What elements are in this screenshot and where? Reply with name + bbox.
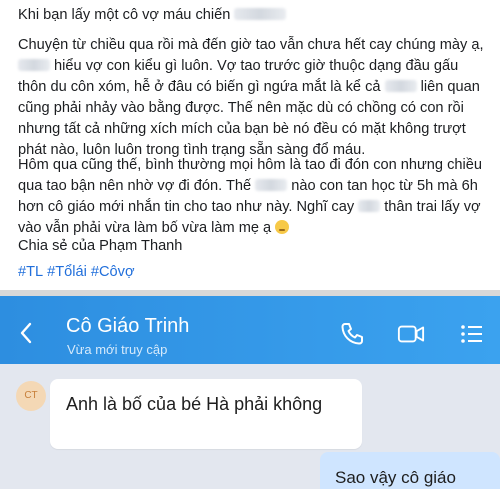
- contact-avatar[interactable]: CT: [16, 381, 46, 411]
- pensive-face-emoji-icon: [275, 220, 290, 234]
- facebook-post: Khi bạn lấy một cô vợ máu chiến Chuyện t…: [0, 0, 500, 290]
- outgoing-message-text: Sao vậy cô giáo: [335, 468, 456, 487]
- post-title: Khi bạn lấy một cô vợ máu chiến: [18, 5, 488, 26]
- chat-header: Cô Giáo Trinh Vừa mới truy cập: [0, 296, 500, 364]
- contact-status: Vừa mới truy cập: [67, 342, 168, 357]
- phone-icon[interactable]: [338, 321, 366, 347]
- post-hashtags: #TL #Tổlái #Côvợ: [18, 262, 488, 283]
- censored-word: [255, 179, 288, 191]
- back-arrow-icon[interactable]: [18, 321, 34, 345]
- hashtag-link[interactable]: #TL: [18, 264, 43, 280]
- incoming-message-bubble[interactable]: Anh là bố của bé Hà phải không: [50, 379, 362, 449]
- menu-list-icon[interactable]: [458, 321, 486, 347]
- censored-word: [384, 80, 417, 92]
- censored-word: [234, 8, 287, 20]
- paragraph-1-text-a: Chuyện từ chiều qua rồi mà đến giờ tao v…: [18, 37, 484, 53]
- post-paragraph-1: Chuyện từ chiều qua rồi mà đến giờ tao v…: [18, 35, 488, 161]
- contact-name[interactable]: Cô Giáo Trinh: [66, 314, 189, 338]
- post-paragraph-2: Hôm qua cũng thế, bình thường mọi hôm là…: [18, 155, 488, 239]
- incoming-message-text: Anh là bố của bé Hà phải không: [66, 394, 323, 414]
- outgoing-message-bubble[interactable]: Sao vậy cô giáo: [320, 452, 500, 489]
- hashtag-link[interactable]: #Côvợ: [91, 264, 135, 280]
- post-title-text: Khi bạn lấy một cô vợ máu chiến: [18, 7, 231, 23]
- hashtag-link[interactable]: #Tổlái: [47, 264, 87, 280]
- video-camera-icon[interactable]: [397, 321, 425, 347]
- chat-screenshot: Cô Giáo Trinh Vừa mới truy cập CT Anh là…: [0, 296, 500, 489]
- censored-word: [358, 200, 381, 212]
- post-share-credit: Chia sẻ của Phạm Thanh: [18, 238, 183, 254]
- censored-word: [18, 59, 50, 71]
